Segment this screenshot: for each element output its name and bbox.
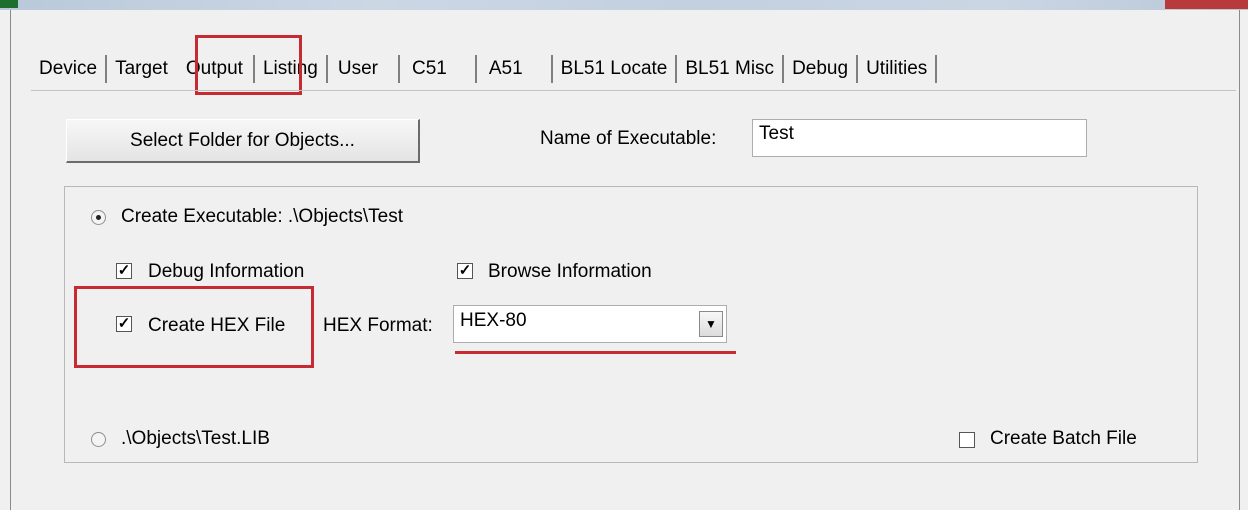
tab-bl51-locate[interactable]: BL51 Locate [553, 55, 678, 83]
highlight-hex-format-underline [455, 351, 736, 354]
window-title-bar [0, 0, 1248, 10]
highlight-create-hex [74, 286, 314, 368]
tab-utilities[interactable]: Utilities [858, 55, 938, 83]
library-label: .\Objects\Test.LIB [121, 428, 270, 449]
hex-format-value: HEX-80 [460, 310, 527, 331]
create-executable-label: Create Executable: .\Objects\Test [121, 206, 403, 227]
select-folder-button[interactable]: Select Folder for Objects... [66, 119, 420, 163]
tab-bl51-misc[interactable]: BL51 Misc [677, 55, 785, 83]
tab-a51[interactable]: A51 [477, 55, 553, 83]
tab-bl51-misc-label: BL51 Misc [685, 58, 775, 79]
browse-information-checkbox[interactable]: ✓ [457, 263, 473, 279]
tab-c51[interactable]: C51 [400, 55, 477, 83]
tab-debug-label: Debug [792, 58, 849, 79]
tab-c51-label: C51 [411, 58, 447, 79]
highlight-output-tab [195, 35, 302, 95]
tab-user[interactable]: User [328, 55, 400, 83]
debug-information-checkbox[interactable]: ✓ [116, 263, 132, 279]
browse-information-label: Browse Information [488, 261, 652, 282]
executable-name-label: Name of Executable: [540, 128, 717, 149]
tab-a51-label: A51 [488, 58, 523, 79]
tab-target[interactable]: Target [107, 55, 176, 83]
tab-device-label: Device [39, 58, 98, 79]
close-button[interactable] [1165, 0, 1248, 9]
hex-format-select[interactable]: HEX-80 ▼ [453, 305, 727, 343]
tab-user-label: User [337, 58, 378, 79]
create-executable-radio[interactable] [91, 210, 106, 225]
create-batch-checkbox[interactable] [959, 432, 975, 448]
debug-information-label: Debug Information [148, 261, 305, 282]
tab-content-border [31, 90, 1236, 91]
tab-debug[interactable]: Debug [784, 55, 859, 83]
app-icon [0, 0, 18, 8]
library-radio[interactable] [91, 432, 106, 447]
create-batch-label: Create Batch File [990, 428, 1137, 449]
chevron-down-icon[interactable]: ▼ [699, 311, 723, 337]
tab-utilities-label: Utilities [866, 58, 928, 79]
hex-format-label: HEX Format: [323, 315, 433, 336]
executable-name-input[interactable]: Test [752, 119, 1087, 157]
tab-bar: Device Target Output Listing User C51 A5… [31, 46, 938, 92]
tab-target-label: Target [115, 58, 168, 79]
tab-device[interactable]: Device [31, 55, 108, 83]
tab-bl51-locate-label: BL51 Locate [560, 58, 668, 79]
